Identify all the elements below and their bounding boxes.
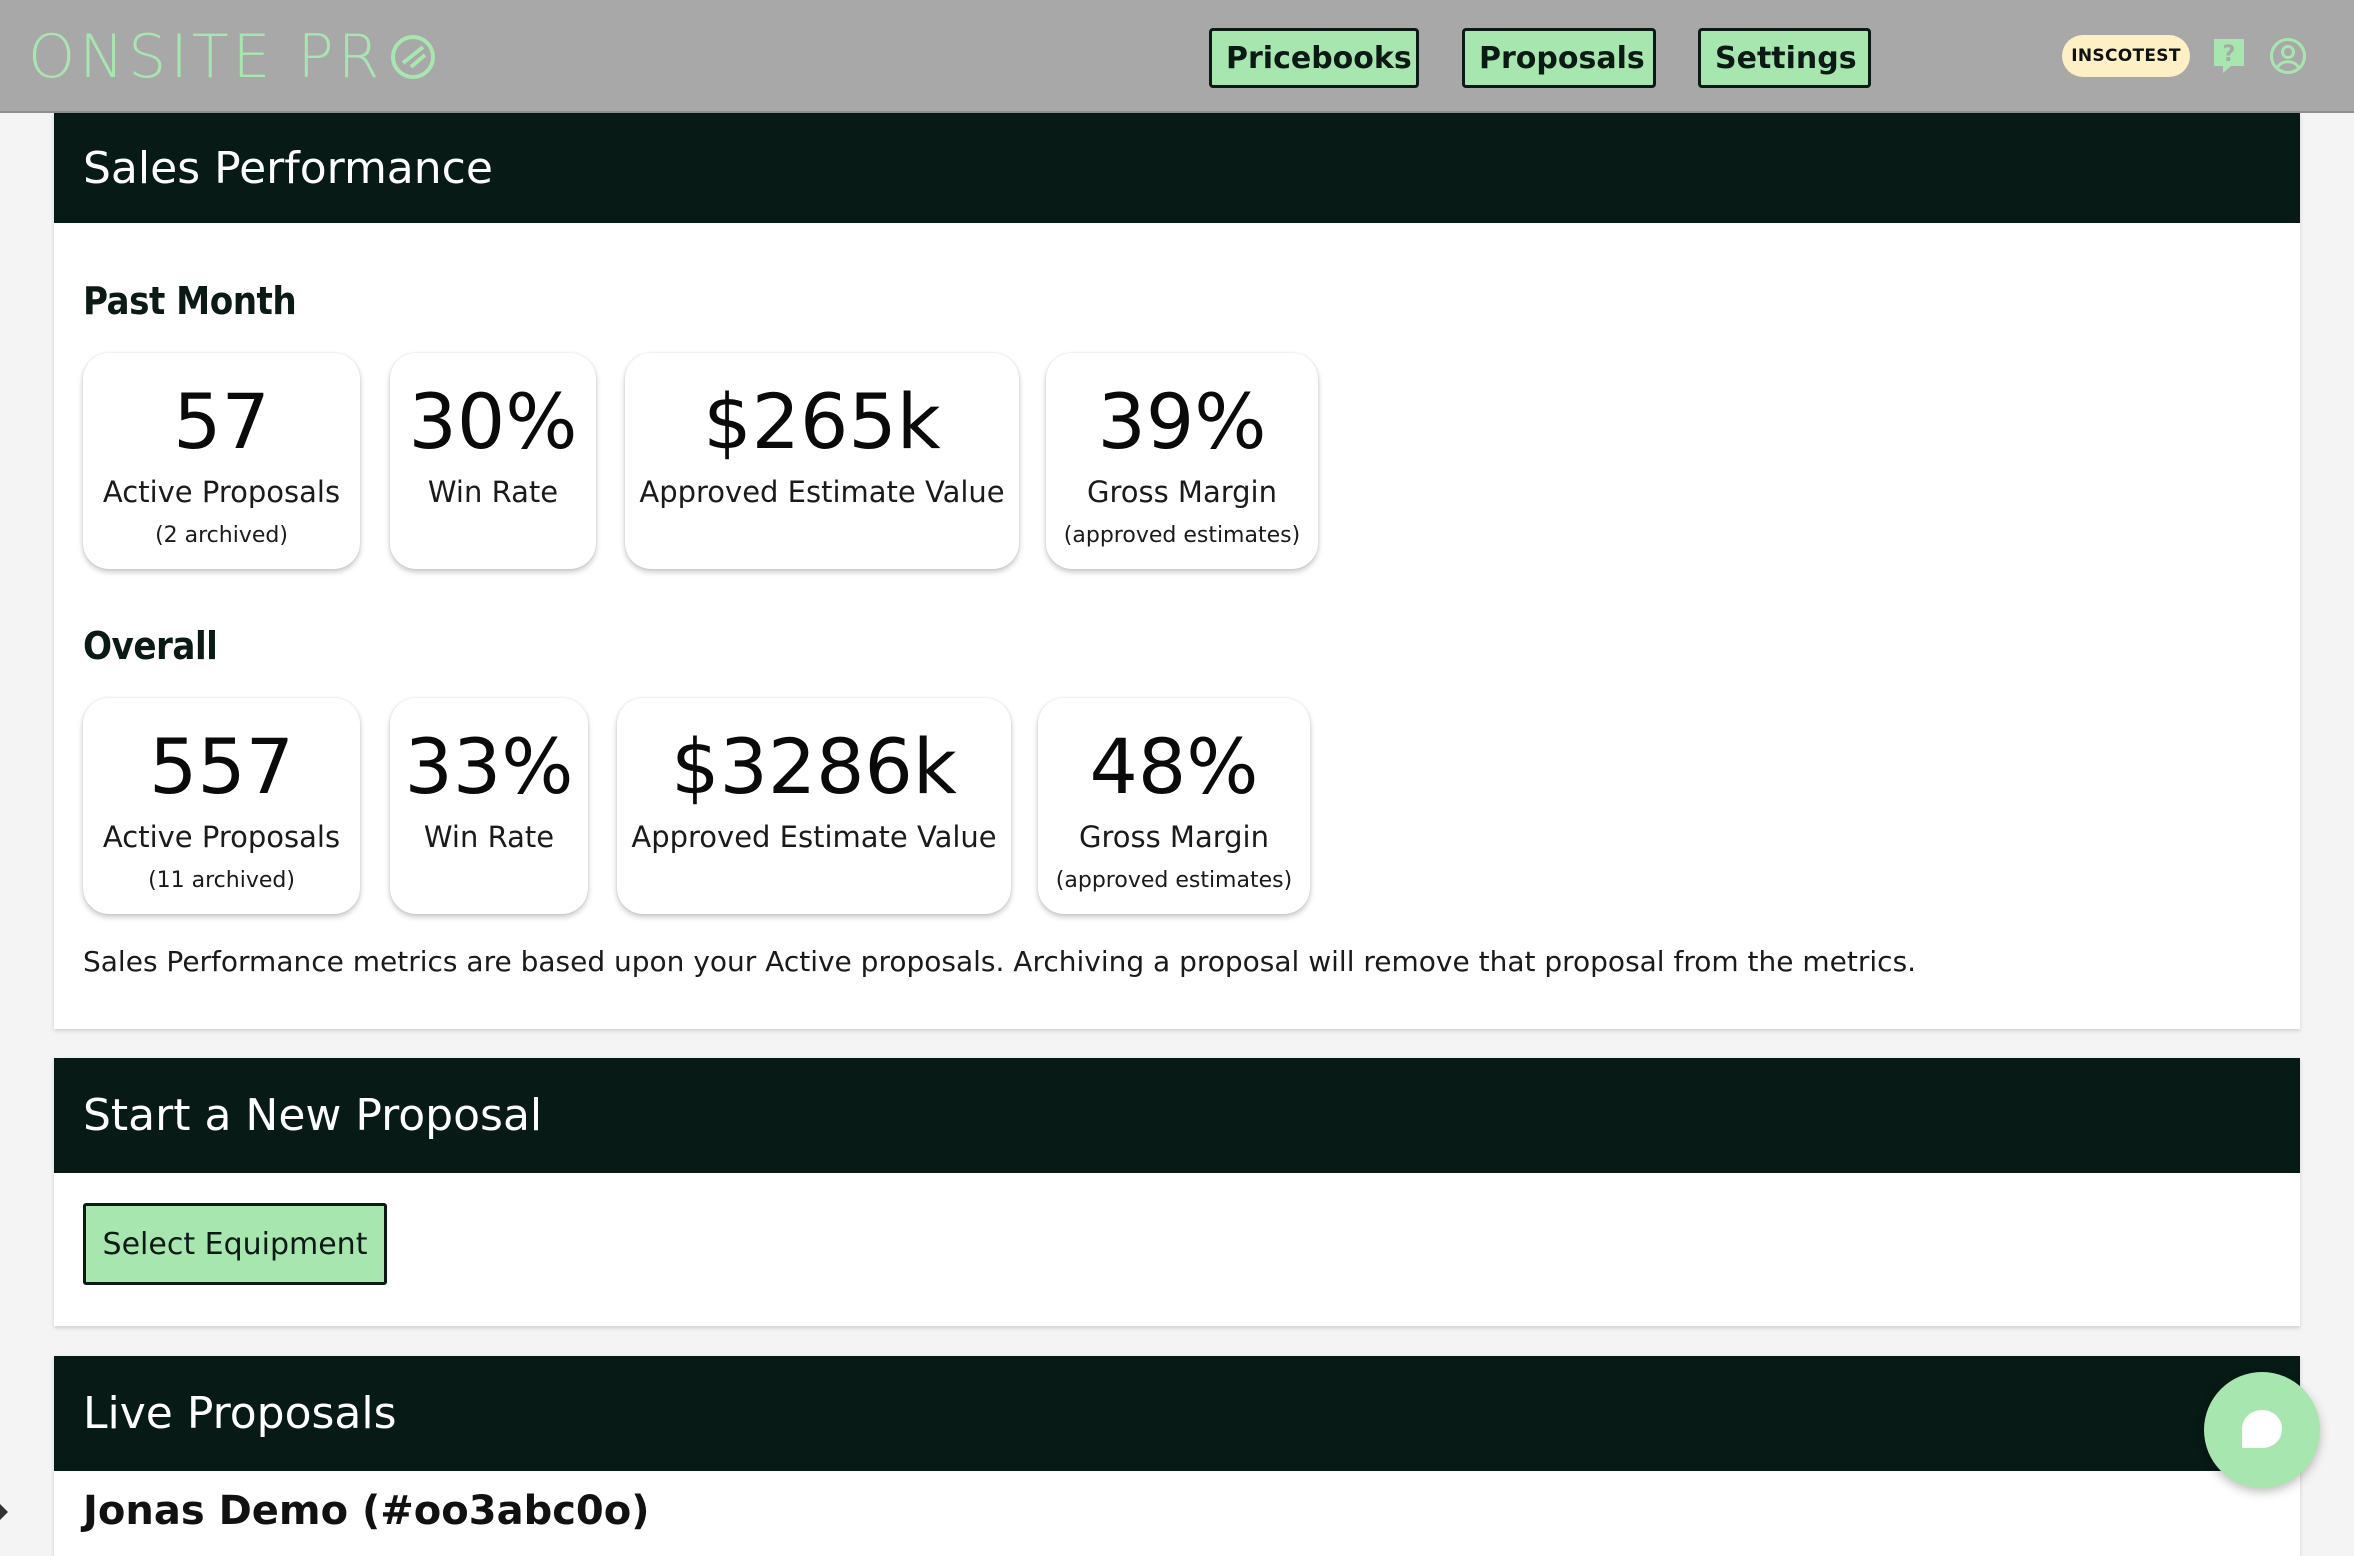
metric-value: $3286k	[671, 722, 957, 811]
logo-o-mark-icon	[391, 35, 436, 79]
metric-card-gross-margin[interactable]: 39% Gross Margin (approved estimates)	[1046, 353, 1318, 569]
metric-value: $265k	[703, 377, 941, 466]
metric-sublabel: (approved estimates)	[1063, 523, 1301, 548]
help-icon[interactable]: ?	[2207, 34, 2251, 78]
metric-label: Win Rate	[423, 820, 555, 854]
sales-performance-header: Sales Performance	[54, 113, 2300, 223]
chat-bubble-icon	[2242, 1410, 2282, 1448]
metric-card-active-proposals[interactable]: 57 Active Proposals (2 archived)	[83, 353, 360, 569]
metric-sublabel: (approved estimates)	[1055, 868, 1293, 893]
help-glyph-icon: ?	[2214, 39, 2244, 73]
metric-value: 39%	[1097, 377, 1267, 466]
past-month-heading: Past Month	[83, 279, 297, 323]
metric-label: Active Proposals	[102, 475, 341, 509]
metric-label: Gross Margin	[1087, 475, 1277, 509]
metric-label: Active Proposals	[102, 820, 341, 854]
pricebooks-menu-button[interactable]: Pricebooks	[1209, 28, 1419, 88]
app-logo[interactable]: ONSITE PR	[28, 22, 437, 92]
logo-text: ONSITE PR	[28, 22, 384, 92]
metric-value: 30%	[408, 377, 578, 466]
metric-card-win-rate[interactable]: 33% Win Rate	[390, 698, 588, 914]
select-equipment-button[interactable]: Select Equipment	[83, 1203, 387, 1285]
new-proposal-header: Start a New Proposal	[54, 1058, 2300, 1173]
account-badge[interactable]: INSCOTEST	[2062, 35, 2190, 77]
scroll-arrow-icon	[0, 1504, 8, 1520]
sales-performance-card: Sales Performance Past Month 57 Active P…	[54, 113, 2300, 1029]
metric-label: Approved Estimate Value	[631, 820, 997, 854]
metric-value: 557	[148, 722, 295, 811]
metric-card-gross-margin[interactable]: 48% Gross Margin (approved estimates)	[1038, 698, 1310, 914]
overall-heading: Overall	[83, 624, 218, 668]
live-proposal-row-title[interactable]: Jonas Demo (#oo3abc0o)	[83, 1488, 650, 1534]
metric-label: Gross Margin	[1079, 820, 1269, 854]
top-navigation-bar: ONSITE PR Pricebooks Proposals Settings …	[0, 0, 2354, 113]
live-proposals-header: Live Proposals	[54, 1356, 2300, 1471]
proposals-menu-button[interactable]: Proposals	[1462, 28, 1656, 88]
metric-card-approved-estimate-value[interactable]: $3286k Approved Estimate Value	[617, 698, 1011, 914]
metrics-note: Sales Performance metrics are based upon…	[83, 945, 1917, 978]
metric-label: Win Rate	[427, 475, 559, 509]
metric-value: 48%	[1089, 722, 1259, 811]
settings-menu-button[interactable]: Settings	[1698, 28, 1871, 88]
svg-text:?: ?	[2223, 42, 2236, 67]
new-proposal-card: Start a New Proposal Select Equipment	[54, 1058, 2300, 1326]
metric-sublabel: (11 archived)	[148, 868, 295, 893]
proposals-label: Proposals	[1479, 40, 1645, 76]
user-circle-icon[interactable]	[2266, 34, 2310, 78]
metric-card-active-proposals[interactable]: 557 Active Proposals (11 archived)	[83, 698, 360, 914]
user-glyph-icon	[2270, 38, 2306, 74]
metric-sublabel: (2 archived)	[155, 523, 288, 548]
live-proposals-card: Live Proposals Jonas Demo (#oo3abc0o)	[54, 1356, 2300, 1556]
metric-value: 57	[173, 377, 270, 466]
metric-card-win-rate[interactable]: 30% Win Rate	[390, 353, 596, 569]
metric-label: Approved Estimate Value	[639, 475, 1005, 509]
metric-card-approved-estimate-value[interactable]: $265k Approved Estimate Value	[625, 353, 1019, 569]
settings-label: Settings	[1715, 40, 1857, 76]
pricebooks-label: Pricebooks	[1226, 40, 1412, 76]
metric-value: 33%	[404, 722, 574, 811]
chat-button[interactable]	[2204, 1372, 2320, 1488]
